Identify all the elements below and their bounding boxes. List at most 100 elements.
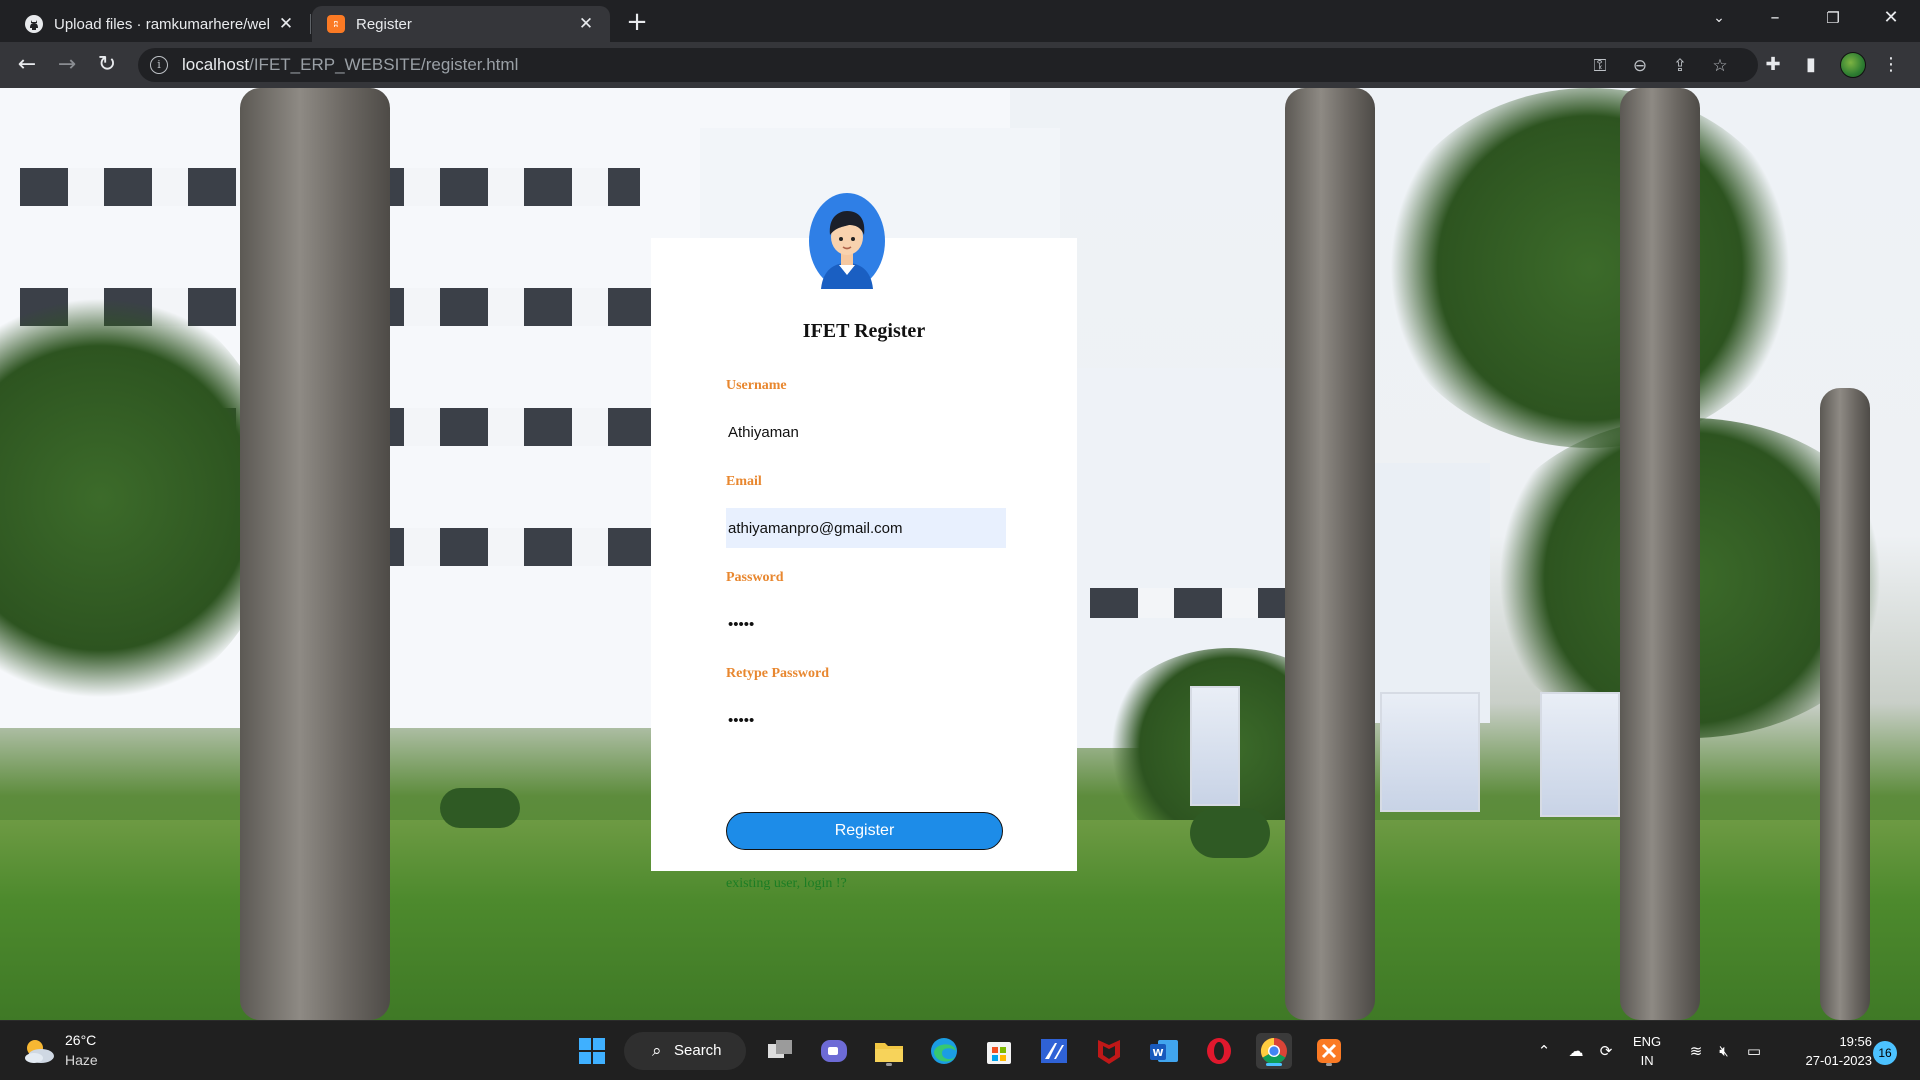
github-icon — [25, 15, 43, 33]
opera-button[interactable] — [1201, 1033, 1237, 1069]
xampp-icon: ʭ — [327, 15, 345, 33]
opera-icon — [1207, 1038, 1231, 1064]
speaker-muted-icon[interactable]: 🔇︎ — [1713, 1041, 1735, 1061]
word-icon: W — [1150, 1040, 1178, 1062]
reload-button[interactable]: ↻ — [92, 50, 122, 80]
email-input[interactable] — [726, 508, 1006, 548]
tab-title: Upload files · ramkumarhere/wel — [54, 15, 270, 33]
svg-text:ʭ: ʭ — [334, 18, 339, 31]
file-explorer-button[interactable] — [871, 1033, 907, 1069]
edge-button[interactable] — [926, 1033, 962, 1069]
clock-time: 19:56 — [1839, 1034, 1872, 1049]
xampp-button[interactable] — [1311, 1033, 1347, 1069]
microsoft-store-button[interactable] — [981, 1033, 1017, 1069]
background-banner — [1540, 692, 1620, 817]
visual-studio-button[interactable] — [1036, 1033, 1072, 1069]
browser-toolbar: ← → ↻ i localhost/IFET_ERP_WEBSITE/regis… — [0, 42, 1920, 88]
close-tab-icon[interactable]: ✕ — [276, 14, 296, 34]
task-view-button[interactable] — [762, 1033, 798, 1069]
windows-start-icon — [579, 1038, 605, 1064]
background-hedge — [440, 788, 520, 828]
notification-badge[interactable]: 16 — [1873, 1041, 1897, 1065]
teams-chat-button[interactable] — [816, 1033, 852, 1069]
background-banner — [1190, 686, 1240, 806]
register-card: IFET Register Username Email Password Re… — [651, 238, 1077, 891]
sync-icon[interactable]: ⟳ — [1595, 1041, 1617, 1061]
address-bar[interactable]: i localhost/IFET_ERP_WEBSITE/register.ht… — [138, 48, 1758, 82]
zoom-icon[interactable]: ⊖ — [1630, 56, 1650, 76]
background-palm-trunk — [1620, 88, 1700, 1020]
form-title: IFET Register — [802, 320, 926, 342]
chevron-up-icon[interactable]: ⌃ — [1533, 1041, 1555, 1061]
active-indicator — [1266, 1063, 1282, 1066]
background-palm-trunk — [240, 88, 390, 1020]
menu-icon[interactable]: ⋮ — [1880, 54, 1902, 76]
password-label: Password — [726, 570, 784, 585]
tab-upload-files[interactable]: Upload files · ramkumarhere/wel ✕ — [10, 6, 310, 42]
search-label: Search — [674, 1042, 722, 1059]
teams-chat-icon — [821, 1040, 847, 1062]
task-view-icon — [768, 1040, 792, 1058]
user-avatar-icon — [809, 193, 885, 289]
taskbar-search[interactable]: ⌕ Search — [624, 1032, 746, 1070]
extensions-icon[interactable]: ✚ — [1762, 54, 1784, 76]
svg-text:W: W — [1152, 1048, 1163, 1059]
forward-button[interactable]: → — [52, 50, 82, 80]
email-label: Email — [726, 474, 762, 489]
tab-strip: Upload files · ramkumarhere/wel ✕ ʭ Regi… — [0, 0, 1920, 42]
close-window-button[interactable]: ✕ — [1868, 0, 1914, 38]
register-button[interactable]: Register — [726, 812, 1003, 850]
share-icon[interactable]: ⇪ — [1670, 56, 1690, 76]
background-windows — [1090, 588, 1290, 618]
tab-title: Register — [356, 15, 412, 33]
tab-divider — [310, 14, 311, 34]
profile-avatar[interactable] — [1840, 52, 1866, 78]
retype-password-input[interactable] — [726, 700, 1006, 740]
login-link[interactable]: existing user, login !? — [726, 876, 847, 892]
clock[interactable]: 19:56 27-01-2023 — [1784, 1032, 1873, 1070]
bookmark-star-icon[interactable]: ☆ — [1710, 56, 1730, 76]
background-palm-trunk — [1285, 88, 1375, 1020]
password-input[interactable] — [726, 604, 1006, 644]
background-palm-trunk — [1820, 388, 1870, 1020]
background-banner — [1380, 692, 1480, 812]
start-button[interactable] — [574, 1033, 610, 1069]
running-indicator — [1326, 1063, 1332, 1066]
mcafee-icon — [1098, 1040, 1120, 1064]
retype-password-label: Retype Password — [726, 666, 830, 681]
username-input[interactable] — [726, 412, 1006, 452]
mcafee-button[interactable] — [1091, 1033, 1127, 1069]
close-tab-icon[interactable]: ✕ — [576, 14, 596, 34]
url-host: localhost — [182, 55, 250, 74]
url-text[interactable]: localhost/IFET_ERP_WEBSITE/register.html — [182, 55, 518, 75]
chrome-button[interactable] — [1256, 1033, 1292, 1069]
search-icon: ⌕ — [652, 1041, 662, 1060]
side-panel-icon[interactable]: ▮ — [1800, 54, 1822, 76]
tab-register[interactable]: ʭ Register ✕ — [312, 6, 610, 42]
back-button[interactable]: ← — [12, 50, 42, 80]
taskbar: 26°C Haze ⌕ Search W ⌃ ☁ ⟳ ENG IN ≋ 🔇︎ ▭… — [0, 1020, 1920, 1080]
url-path: /IFET_ERP_WEBSITE/register.html — [249, 55, 519, 74]
wifi-icon[interactable]: ≋ — [1685, 1041, 1707, 1061]
page-viewport: IFET Register Username Email Password Re… — [0, 88, 1920, 1020]
minimize-button[interactable]: – — [1752, 0, 1798, 38]
word-button[interactable]: W — [1146, 1033, 1182, 1069]
restore-button[interactable]: ❐ — [1810, 0, 1856, 38]
new-tab-button[interactable]: + — [622, 8, 652, 38]
background-hedge — [1190, 808, 1270, 858]
username-label: Username — [726, 378, 787, 393]
background-palm — [1380, 88, 1800, 448]
clock-date: 27-01-2023 — [1805, 1053, 1873, 1068]
language-indicator[interactable]: ENG IN — [1633, 1032, 1661, 1070]
edge-icon — [931, 1038, 957, 1064]
weather-temperature[interactable]: 26°C — [65, 1032, 96, 1048]
visual-studio-icon — [1041, 1039, 1067, 1063]
key-icon[interactable]: ⚿ — [1590, 56, 1610, 76]
battery-icon[interactable]: ▭ — [1743, 1041, 1765, 1061]
weather-hazy-sun-icon[interactable] — [22, 1037, 56, 1065]
language-code: ENG — [1633, 1034, 1662, 1049]
site-info-icon[interactable]: i — [150, 56, 168, 74]
tab-search-icon[interactable]: ⌄ — [1696, 0, 1742, 38]
weather-description[interactable]: Haze — [65, 1052, 98, 1068]
onedrive-offline-icon[interactable]: ☁ — [1565, 1041, 1587, 1061]
